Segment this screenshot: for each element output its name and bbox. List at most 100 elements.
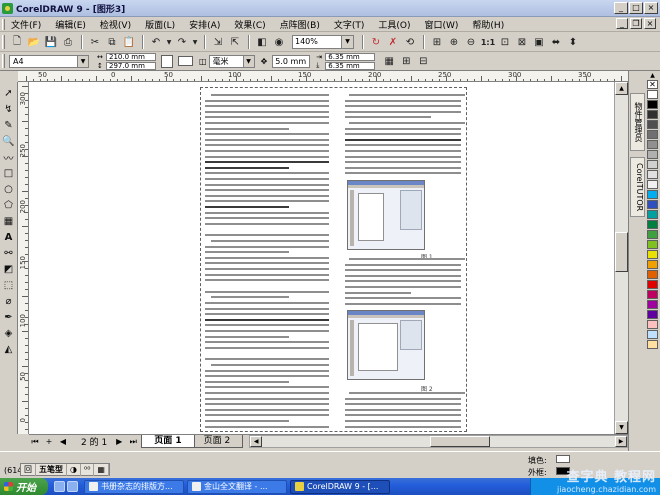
ime-mode-wubi[interactable]: 五笔型 — [36, 463, 67, 476]
open-icon[interactable]: 📂 — [26, 34, 42, 50]
next-page-icon[interactable]: ▶ — [113, 436, 125, 448]
add-page-icon[interactable]: + — [43, 436, 55, 448]
color-swatch[interactable] — [647, 220, 658, 229]
menu-help[interactable]: 帮助(H) — [472, 18, 504, 31]
export-icon[interactable]: ⇱ — [227, 34, 243, 50]
snap-to-grid-icon[interactable]: ▦ — [381, 53, 397, 69]
maximize-button[interactable]: □ — [629, 2, 643, 14]
page-tab-2[interactable]: 页面 2 — [190, 435, 244, 448]
save-icon[interactable]: 💾 — [43, 34, 59, 50]
paper-width-input[interactable]: 210.0 mm — [106, 52, 156, 61]
menu-tools[interactable]: 工具(O) — [378, 18, 410, 31]
view-manager-icon[interactable]: ⊞ — [429, 34, 445, 50]
vertical-scroll-thumb[interactable] — [615, 232, 628, 272]
color-swatch[interactable] — [647, 170, 658, 179]
color-swatch[interactable] — [647, 330, 658, 339]
snap-to-objects-icon[interactable]: ⊟ — [415, 53, 431, 69]
menu-arrange[interactable]: 安排(A) — [189, 18, 220, 31]
menu-file[interactable]: 文件(F) — [11, 18, 41, 31]
duplicate-y-input[interactable]: 6.35 mm — [325, 61, 376, 70]
document-page[interactable]: 图 1 图 2 — [200, 87, 467, 432]
menu-edit[interactable]: 编辑(E) — [55, 18, 86, 31]
minimize-button[interactable]: _ — [614, 2, 628, 14]
menu-view[interactable]: 检视(V) — [100, 18, 131, 31]
color-swatch[interactable] — [647, 310, 658, 319]
color-swatch[interactable] — [647, 180, 658, 189]
pick-tool-icon[interactable]: ➚ — [2, 86, 16, 100]
color-swatch[interactable] — [647, 280, 658, 289]
color-swatch[interactable] — [647, 120, 658, 129]
figure-screenshot-2[interactable] — [347, 310, 425, 380]
import-icon[interactable]: ⇲ — [210, 34, 226, 50]
close-button[interactable]: × — [644, 2, 658, 14]
doc-close-button[interactable]: × — [644, 18, 656, 29]
color-swatch[interactable] — [647, 260, 658, 269]
ellipse-tool-icon[interactable]: ○ — [2, 182, 16, 196]
quick-launch-browser-icon[interactable] — [54, 481, 65, 492]
doc-minimize-button[interactable]: _ — [616, 18, 628, 29]
color-swatch[interactable] — [647, 110, 658, 119]
zoom-in-icon[interactable]: ⊕ — [446, 34, 462, 50]
wireframe-icon[interactable]: ✗ — [385, 34, 401, 50]
polygon-tool-icon[interactable]: ⬠ — [2, 198, 16, 212]
last-page-icon[interactable]: ⏭ — [127, 436, 139, 448]
start-button[interactable]: 开始 — [0, 478, 48, 495]
new-icon[interactable]: 🗋 — [9, 34, 25, 50]
ime-halfwidth-icon[interactable]: ◑ — [67, 463, 81, 476]
color-swatch[interactable] — [647, 160, 658, 169]
color-swatch[interactable] — [647, 320, 658, 329]
first-page-icon[interactable]: ⏮ — [29, 436, 41, 448]
text-tool-icon[interactable]: A — [2, 230, 16, 244]
interactive-fill-tool-icon[interactable]: ◭ — [2, 342, 16, 356]
object-manager-tab[interactable]: 物件管理员 — [630, 93, 645, 151]
outline-tool-icon[interactable]: ✒ — [2, 310, 16, 324]
refresh-icon[interactable]: ↻ — [368, 34, 384, 50]
ime-toolbar[interactable]: 回 五笔型 ◑ ⁰⁰ ▦ — [20, 463, 110, 476]
freehand-tool-icon[interactable]: 〰 — [2, 150, 16, 165]
fill-swatch[interactable] — [556, 455, 570, 463]
vertical-ruler[interactable]: 300 250 200 150 100 50 0 — [18, 82, 29, 434]
print-icon[interactable]: ⎙ — [60, 34, 76, 50]
corel-online-icon[interactable]: ◉ — [271, 34, 287, 50]
scroll-left-icon[interactable]: ◀ — [250, 436, 263, 447]
color-swatch[interactable] — [647, 130, 658, 139]
ime-punctuation-icon[interactable]: ⁰⁰ — [81, 463, 95, 476]
undo-icon[interactable]: ↶ — [148, 34, 164, 50]
paste-icon[interactable]: 📋 — [121, 34, 137, 50]
color-swatch[interactable] — [647, 250, 658, 259]
copy-icon[interactable]: ⧉ — [104, 34, 120, 50]
units-select[interactable]: 毫米 — [208, 54, 255, 68]
scroll-right-icon[interactable]: ▶ — [615, 436, 627, 447]
zoom-all-icon[interactable]: ⊠ — [514, 34, 530, 50]
menu-layout[interactable]: 版面(L) — [145, 18, 175, 31]
prev-page-icon[interactable]: ◀ — [57, 436, 69, 448]
paper-height-input[interactable]: 297.0 mm — [106, 61, 156, 70]
color-swatch[interactable] — [647, 270, 658, 279]
coreldraw-app-icon[interactable] — [2, 2, 13, 14]
taskbar-item-doc[interactable]: 书册杂志的排版方... — [84, 479, 184, 494]
color-swatch[interactable] — [647, 100, 658, 109]
ime-softkeyboard-icon[interactable]: ▦ — [94, 463, 109, 476]
horizontal-scrollbar[interactable]: ◀ ▶ — [249, 435, 628, 448]
color-swatch[interactable] — [647, 190, 658, 199]
figure-screenshot-1[interactable] — [347, 180, 425, 250]
taskbar-item-coreldraw[interactable]: CorelDRAW 9 - [... — [290, 479, 390, 494]
coreltutor-tab[interactable]: CorelTUTOR — [630, 157, 645, 217]
knife-tool-icon[interactable]: ✎ — [2, 118, 16, 132]
doc-restore-button[interactable]: ❐ — [630, 18, 642, 29]
palette-scroll-up-icon[interactable]: ▲ — [647, 73, 658, 79]
extrude-tool-icon[interactable]: ⬚ — [2, 278, 16, 292]
color-swatch[interactable] — [647, 340, 658, 349]
zoom-width-icon[interactable]: ⬌ — [548, 34, 564, 50]
menu-effects[interactable]: 效果(C) — [234, 18, 265, 31]
zoom-tool-icon[interactable]: 🔍 — [2, 134, 16, 148]
rectangle-tool-icon[interactable]: □ — [2, 166, 16, 180]
application-launcher-icon[interactable]: ◧ — [254, 34, 270, 50]
transform-icon[interactable]: ⟲ — [402, 34, 418, 50]
menu-bitmaps[interactable]: 点阵图(B) — [280, 18, 320, 31]
menu-window[interactable]: 窗口(W) — [425, 18, 459, 31]
zoom-selected-icon[interactable]: ⊡ — [497, 34, 513, 50]
no-color-swatch-icon[interactable]: ✕ — [647, 80, 658, 89]
horizontal-ruler[interactable]: 50 0 50 100 150 200 250 300 350 — [18, 71, 628, 82]
color-swatch[interactable] — [647, 200, 658, 209]
